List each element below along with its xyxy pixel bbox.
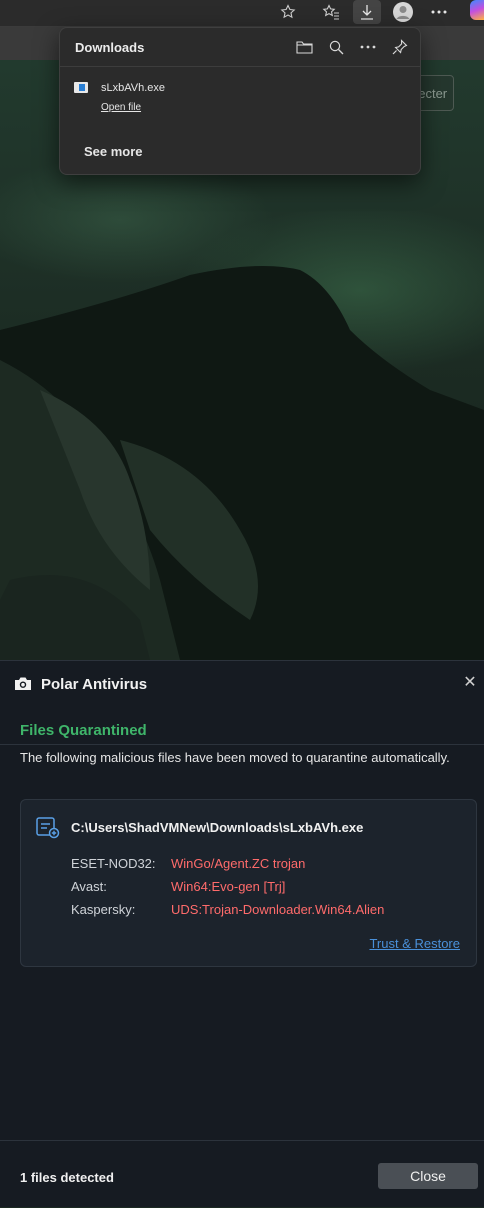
divider — [0, 744, 484, 745]
threat-name: Win64:Evo-gen [Trj] — [171, 879, 286, 894]
threat-name: UDS:Trojan-Downloader.Win64.Alien — [171, 902, 385, 917]
threat-name: WinGo/Agent.ZC trojan — [171, 856, 306, 871]
more-icon[interactable] — [425, 0, 453, 24]
quarantine-heading: Files Quarantined — [20, 722, 147, 739]
antivirus-window: Polar Antivirus ✕ Files Quarantined The … — [0, 660, 484, 1207]
downloads-title: Downloads — [75, 40, 145, 55]
downloads-panel: Downloads sLxbAVh.exe Open file See more — [59, 27, 421, 175]
exe-file-icon — [74, 82, 88, 93]
profile-icon[interactable] — [389, 0, 417, 24]
camera-icon — [15, 677, 31, 690]
star-outline-icon[interactable] — [274, 0, 302, 24]
engine-name: Avast: — [71, 879, 107, 894]
engine-name: Kaspersky: — [71, 902, 136, 917]
close-button[interactable]: Close — [378, 1163, 478, 1189]
downloads-header: Downloads — [60, 28, 420, 67]
quarantined-file-icon — [36, 817, 60, 839]
favorites-icon[interactable] — [317, 0, 345, 24]
folder-icon[interactable] — [294, 37, 314, 57]
download-filename: sLxbAVh.exe — [101, 82, 166, 94]
antivirus-footer: 1 files detected Close — [0, 1140, 484, 1208]
see-more-link[interactable]: See more — [84, 144, 143, 159]
more-options-icon[interactable] — [358, 37, 378, 57]
trust-restore-link[interactable]: Trust & Restore — [369, 936, 460, 951]
engine-name: ESET-NOD32: — [71, 856, 156, 871]
browser-toolbar — [0, 0, 484, 27]
quarantine-description: The following malicious files have been … — [20, 750, 450, 765]
open-file-link[interactable]: Open file — [101, 102, 141, 113]
copilot-icon[interactable] — [470, 0, 484, 20]
download-icon[interactable] — [353, 0, 381, 24]
app-title: Polar Antivirus — [41, 676, 148, 693]
pin-icon[interactable] — [390, 37, 410, 57]
files-detected-count: 1 files detected — [20, 1170, 114, 1185]
search-icon[interactable] — [326, 37, 346, 57]
detection-card: C:\Users\ShadVMNew\Downloads\sLxbAVh.exe… — [20, 799, 477, 967]
close-icon[interactable]: ✕ — [462, 675, 478, 691]
quarantined-file-path: C:\Users\ShadVMNew\Downloads\sLxbAVh.exe — [71, 820, 364, 835]
antivirus-titlebar: Polar Antivirus ✕ — [0, 661, 484, 705]
